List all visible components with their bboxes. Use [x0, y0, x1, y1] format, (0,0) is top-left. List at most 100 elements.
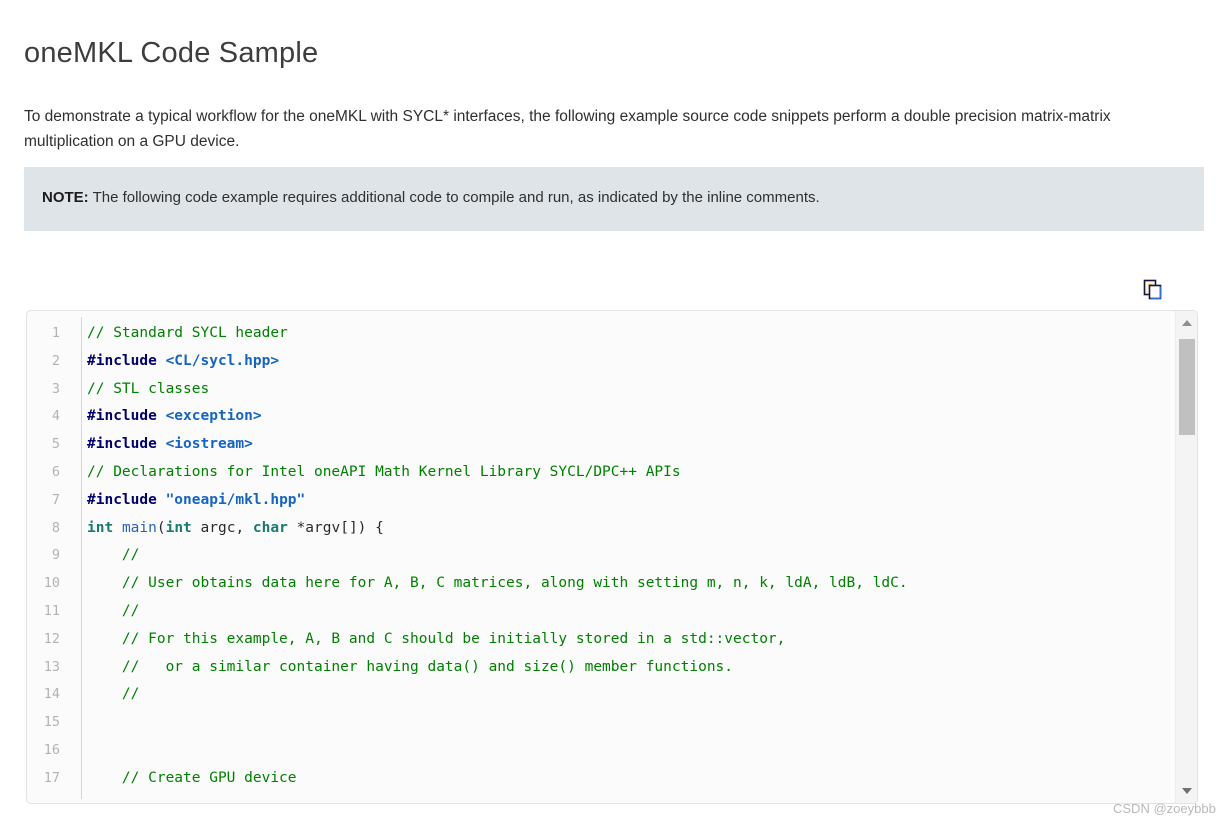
code-token-plain: argv[]) { [305, 519, 384, 536]
code-token-str: "oneapi/mkl.hpp" [165, 491, 306, 508]
code-lines: 1 // Standard SYCL header 2 #include <CL/sy… [27, 320, 1175, 793]
code-token-inc: <iostream> [165, 436, 253, 453]
code-line-text: int main(int argc, char *argv[]) { [71, 515, 1175, 543]
code-line: 8 int main(int argc, char *argv[]) { [27, 515, 1175, 543]
code-line-text: // STL classes [71, 376, 1175, 404]
code-line: 7 #include "oneapi/mkl.hpp" [27, 487, 1175, 515]
code-line: 6 // Declarations for Intel oneAPI Math K… [27, 459, 1175, 487]
code-line-text: // Declarations for Intel oneAPI Math Ke… [71, 459, 1175, 487]
intro-paragraph: To demonstrate a typical workflow for th… [24, 107, 1111, 150]
code-line-text: #include "oneapi/mkl.hpp" [71, 487, 1175, 515]
line-number: 4 [51, 408, 60, 425]
code-token-op: ( [156, 519, 166, 536]
line-number: 1 [51, 325, 60, 341]
code-token-op: * [296, 519, 306, 536]
note-callout: NOTE: The following code example require… [24, 167, 1204, 231]
code-line-text: // User obtains data here for A, B, C ma… [71, 570, 1175, 598]
watermark: CSDN @zoeybbb [1113, 801, 1216, 816]
line-number: 6 [51, 463, 60, 480]
code-token-inc: <exception> [165, 408, 262, 425]
code-line: 15 [27, 709, 1175, 737]
code-token-pre: #include [87, 352, 157, 369]
line-number: 14 [43, 686, 60, 703]
code-token-comment: // [121, 602, 140, 619]
code-line: 17 // Create GPU device [27, 765, 1175, 793]
code-line-text: // [71, 598, 1175, 626]
line-number: 8 [51, 519, 60, 536]
code-token-comment: // For this example, A, B and C should b… [121, 630, 786, 647]
code-line-text: #include <exception> [71, 403, 1175, 431]
code-token-comment: // Create GPU device [121, 769, 297, 786]
line-number: 11 [43, 602, 60, 619]
code-line-text: #include <CL/sycl.hpp> [71, 348, 1175, 376]
code-token-kw: int [87, 519, 114, 536]
line-number: 7 [51, 491, 60, 508]
code-line: 3 // STL classes [27, 376, 1175, 404]
note-text: NOTE: The following code example require… [42, 187, 820, 209]
code-token-plain: argc, [191, 519, 253, 536]
code-token-fn: main [121, 519, 157, 536]
code-line: 12 // For this example, A, B and C shoul… [27, 626, 1175, 654]
code-token-comment: // or a similar container having data() … [121, 658, 734, 675]
copy-code-button[interactable] [1140, 277, 1166, 303]
scrollbar-thumb[interactable] [1179, 339, 1195, 435]
code-token-comment: // [121, 547, 140, 564]
code-token-inc: <CL/sycl.hpp> [165, 352, 280, 369]
note-body: The following code example requires addi… [88, 189, 820, 206]
code-line-text: // or a similar container having data() … [71, 654, 1175, 682]
code-token-pre: #include [87, 436, 157, 453]
code-line-text: #include <iostream> [71, 431, 1175, 459]
code-token-comment: // Declarations for Intel oneAPI Math Ke… [87, 463, 681, 480]
code-viewport: 1 // Standard SYCL header 2 #include <CL/sy… [27, 311, 1175, 803]
code-line-text: // For this example, A, B and C should b… [71, 626, 1175, 654]
code-token-comment: // [121, 686, 140, 703]
code-token-pre: #include [87, 408, 157, 425]
code-line: 14 // [27, 681, 1175, 709]
line-number: 16 [43, 741, 60, 758]
code-token-kw: char [252, 519, 288, 536]
line-number: 13 [43, 658, 60, 675]
line-number: 15 [43, 714, 60, 731]
note-label: NOTE: [42, 189, 89, 206]
code-line-text: // Create GPU device [71, 765, 1175, 793]
code-block[interactable]: 1 // Standard SYCL header 2 #include <CL/sy… [26, 310, 1198, 804]
code-token-kw: int [165, 519, 192, 536]
page-title: oneMKL Code Sample [24, 37, 319, 70]
code-token-pre: #include [87, 491, 157, 508]
line-number: 12 [43, 630, 60, 647]
code-line: 4 #include <exception> [27, 403, 1175, 431]
line-number: 9 [51, 547, 60, 564]
documentation-page: oneMKL Code Sample To demonstrate a typi… [0, 0, 1218, 825]
code-scrollbar[interactable] [1175, 311, 1197, 803]
line-number: 3 [51, 380, 60, 397]
line-number: 10 [43, 575, 60, 592]
code-line-text: // [71, 681, 1175, 709]
copy-icon [1140, 277, 1166, 303]
code-token-comment: // STL classes [87, 380, 210, 397]
scroll-up-arrow-icon[interactable] [1176, 313, 1197, 333]
line-number: 5 [51, 436, 60, 453]
code-line: 10 // User obtains data here for A, B, C… [27, 570, 1175, 598]
code-line: 13 // or a similar container having data… [27, 654, 1175, 682]
code-line: 5 #include <iostream> [27, 431, 1175, 459]
line-number: 17 [43, 769, 60, 786]
scroll-down-arrow-icon[interactable] [1176, 781, 1197, 801]
line-number: 2 [51, 352, 60, 369]
code-token-comment: // Standard SYCL header [87, 325, 288, 341]
code-line: 2 #include <CL/sycl.hpp> [27, 348, 1175, 376]
code-line-text: // [71, 542, 1175, 570]
code-line: 9 // [27, 542, 1175, 570]
code-line: 1 // Standard SYCL header [27, 320, 1175, 348]
